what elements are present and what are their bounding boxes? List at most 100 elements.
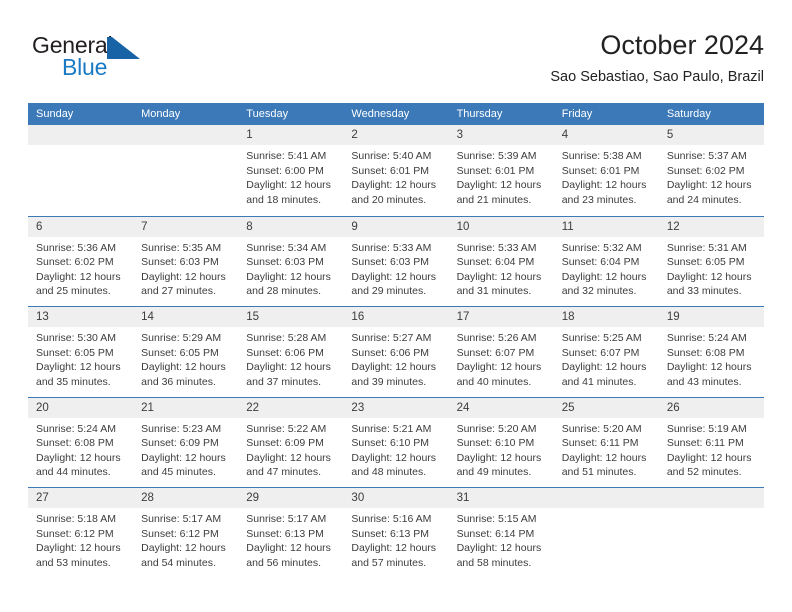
calendar-day-cell[interactable]: 21 Sunrise: 5:23 AM Sunset: 6:09 PM Dayligh… [133, 397, 239, 487]
calendar-day-cell[interactable]: 23 Sunrise: 5:21 AM Sunset: 6:10 PM Dayligh… [343, 397, 449, 487]
day-detail-line: and 33 minutes. [666, 285, 742, 298]
day-detail-line: Sunset: 6:01 PM [351, 164, 430, 177]
calendar-day-cell[interactable]: 17 Sunrise: 5:26 AM Sunset: 6:07 PM Dayligh… [448, 307, 554, 397]
calendar-day-cell[interactable]: 18 Sunrise: 5:25 AM Sunset: 6:07 PM Dayligh… [553, 307, 659, 397]
day-detail-line: Sunrise: 5:36 AM [36, 241, 116, 254]
calendar-day-cell[interactable]: 3 Sunrise: 5:39 AM Sunset: 6:01 PM Daylight… [448, 125, 554, 216]
day-detail-line: Daylight: 12 hours [456, 179, 542, 192]
day-detail-line: and 39 minutes. [351, 375, 427, 388]
calendar-day-cell[interactable]: 27 Sunrise: 5:18 AM Sunset: 6:12 PM Dayligh… [28, 488, 134, 578]
calendar-day-cell[interactable]: 11 Sunrise: 5:32 AM Sunset: 6:04 PM Dayligh… [553, 216, 659, 306]
day-detail-line: Daylight: 12 hours [561, 361, 647, 374]
day-details: Sunrise: 5:21 AM Sunset: 6:10 PM Daylight:… [343, 418, 448, 480]
day-detail-line: Daylight: 12 hours [666, 451, 752, 464]
day-detail-line: Sunset: 6:12 PM [141, 527, 219, 540]
day-detail-line: and 35 minutes. [36, 375, 111, 388]
day-detail-line: and 20 minutes. [351, 193, 427, 206]
day-details: Sunrise: 5:19 AM Sunset: 6:11 PM Daylight:… [659, 418, 764, 480]
calendar-day-cell[interactable]: 20 Sunrise: 5:24 AM Sunset: 6:08 PM Dayligh… [28, 397, 134, 487]
day-details: Sunrise: 5:39 AM Sunset: 6:01 PM Daylight:… [449, 145, 554, 207]
day-details: Sunrise: 5:22 AM Sunset: 6:09 PM Daylight:… [238, 418, 343, 480]
title-block: October 2024 Sao Sebastiao, Sao Paulo, B… [550, 28, 764, 88]
calendar-day-cell[interactable]: 25 Sunrise: 5:20 AM Sunset: 6:11 PM Dayligh… [553, 397, 659, 487]
generalblue-logo[interactable]: General Blue [32, 32, 232, 88]
day-detail-line: and 48 minutes. [351, 466, 427, 479]
day-detail-line: Sunrise: 5:39 AM [456, 150, 537, 162]
calendar-day-cell[interactable]: 14 Sunrise: 5:29 AM Sunset: 6:05 PM Dayligh… [133, 307, 239, 397]
day-detail-line: and 27 minutes. [141, 285, 216, 298]
day-detail-line: Sunset: 6:05 PM [666, 256, 745, 269]
calendar-day-cell[interactable]: 12 Sunrise: 5:31 AM Sunset: 6:05 PM Dayligh… [658, 216, 764, 306]
calendar-day-cell[interactable]: 19 Sunrise: 5:24 AM Sunset: 6:08 PM Dayligh… [658, 307, 764, 397]
calendar-day-cell[interactable]: 30 Sunrise: 5:16 AM Sunset: 6:13 PM Dayligh… [343, 488, 449, 578]
calendar-day-cell[interactable]: 2 Sunrise: 5:40 AM Sunset: 6:01 PM Daylight… [343, 125, 449, 216]
calendar-day-cell[interactable]: 13 Sunrise: 5:30 AM Sunset: 6:05 PM Dayligh… [28, 307, 134, 397]
day-detail-line: and 56 minutes. [246, 556, 321, 569]
calendar-day-cell[interactable]: 5 Sunrise: 5:37 AM Sunset: 6:02 PM Daylight… [658, 125, 764, 216]
day-details: Sunrise: 5:37 AM Sunset: 6:02 PM Daylight:… [659, 145, 764, 207]
day-detail-line: Sunrise: 5:38 AM [561, 150, 642, 162]
day-detail-line: Daylight: 12 hours [456, 451, 542, 464]
weekday-header-saturday: Saturday [666, 108, 711, 120]
day-detail-line: Sunset: 6:04 PM [456, 256, 535, 269]
weekday-header-monday: Monday [141, 108, 181, 120]
calendar-day-cell[interactable]: 16 Sunrise: 5:27 AM Sunset: 6:06 PM Dayligh… [343, 307, 449, 397]
day-number: 18 [553, 307, 659, 327]
day-detail-line: Daylight: 12 hours [561, 451, 647, 464]
day-details: Sunrise: 5:18 AM Sunset: 6:12 PM Daylight:… [28, 508, 133, 570]
day-details: Sunrise: 5:31 AM Sunset: 6:05 PM Daylight:… [659, 237, 764, 299]
calendar-day-cell[interactable]: 7 Sunrise: 5:35 AM Sunset: 6:03 PM Daylight… [133, 216, 239, 306]
calendar-week-row: 1 Sunrise: 5:41 AM Sunset: 6:00 PM Daylight… [28, 125, 764, 216]
day-detail-line: and 21 minutes. [456, 193, 532, 206]
calendar-week-row: 20 Sunrise: 5:24 AM Sunset: 6:08 PM Dayligh… [28, 396, 764, 487]
calendar-day-cell[interactable]: 22 Sunrise: 5:22 AM Sunset: 6:09 PM Dayligh… [238, 397, 344, 487]
day-details: Sunrise: 5:15 AM Sunset: 6:14 PM Daylight:… [449, 508, 554, 570]
calendar-day-cell[interactable]: 31 Sunrise: 5:15 AM Sunset: 6:14 PM Dayligh… [448, 488, 554, 578]
day-details: Sunrise: 5:26 AM Sunset: 6:07 PM Daylight:… [449, 327, 554, 389]
day-detail-line: and 58 minutes. [456, 556, 532, 569]
day-detail-line: and 44 minutes. [36, 466, 111, 479]
day-detail-line: Sunrise: 5:40 AM [351, 150, 432, 162]
day-detail-line: Daylight: 12 hours [246, 451, 331, 464]
calendar-day-cell[interactable]: 26 Sunrise: 5:19 AM Sunset: 6:11 PM Dayligh… [658, 397, 764, 487]
day-detail-line: and 40 minutes. [456, 375, 532, 388]
day-number: 11 [553, 216, 659, 237]
weekday-header-thursday: Thursday [456, 108, 503, 120]
calendar-day-cell[interactable]: 1 Sunrise: 5:41 AM Sunset: 6:00 PM Daylight… [238, 125, 344, 216]
day-detail-line: Sunrise: 5:24 AM [666, 332, 747, 344]
day-detail-line: Sunrise: 5:37 AM [666, 150, 747, 162]
day-detail-line: Daylight: 12 hours [36, 451, 121, 464]
calendar-day-cell[interactable]: 4 Sunrise: 5:38 AM Sunset: 6:01 PM Daylight… [553, 125, 659, 216]
calendar-day-cell[interactable]: 24 Sunrise: 5:20 AM Sunset: 6:10 PM Dayligh… [448, 397, 554, 487]
day-detail-line: Sunrise: 5:29 AM [141, 332, 222, 344]
day-detail-line: Sunrise: 5:30 AM [36, 332, 116, 344]
calendar-day-cell[interactable]: 10 Sunrise: 5:33 AM Sunset: 6:04 PM Dayligh… [448, 216, 554, 306]
calendar-page: General Blue October 2024 Sao Sebastiao,… [0, 0, 792, 612]
day-detail-line: and 25 minutes. [36, 285, 111, 298]
calendar-day-cell[interactable]: 28 Sunrise: 5:17 AM Sunset: 6:12 PM Dayligh… [133, 488, 239, 578]
day-detail-line: Daylight: 12 hours [141, 451, 226, 464]
day-detail-line: and 53 minutes. [36, 556, 111, 569]
calendar-day-cell[interactable]: 6 Sunrise: 5:36 AM Sunset: 6:02 PM Daylight… [28, 216, 134, 306]
calendar-day-cell[interactable]: 8 Sunrise: 5:34 AM Sunset: 6:03 PM Daylight… [238, 216, 344, 306]
day-details: Sunrise: 5:20 AM Sunset: 6:10 PM Daylight:… [449, 418, 554, 480]
day-details: Sunrise: 5:25 AM Sunset: 6:07 PM Daylight:… [554, 327, 659, 389]
day-details: Sunrise: 5:28 AM Sunset: 6:06 PM Daylight:… [238, 327, 343, 389]
day-detail-line: and 45 minutes. [141, 466, 216, 479]
day-detail-line: Sunset: 6:07 PM [561, 346, 640, 359]
day-number: 22 [238, 397, 344, 418]
day-detail-line: Daylight: 12 hours [666, 361, 752, 374]
day-detail-line: Sunset: 6:11 PM [666, 437, 744, 450]
day-details [133, 145, 238, 149]
calendar-day-cell[interactable]: 15 Sunrise: 5:28 AM Sunset: 6:06 PM Dayligh… [238, 307, 344, 397]
weekday-header-row: Sunday Monday Tuesday Wednesday Thursday Frid… [28, 103, 764, 125]
day-detail-line: Daylight: 12 hours [351, 270, 437, 283]
day-detail-line: Sunset: 6:03 PM [351, 256, 430, 269]
day-details: Sunrise: 5:20 AM Sunset: 6:11 PM Daylight:… [554, 418, 659, 480]
calendar-day-cell[interactable]: 9 Sunrise: 5:33 AM Sunset: 6:03 PM Daylight… [343, 216, 449, 306]
day-detail-line: Sunrise: 5:33 AM [351, 241, 432, 254]
day-detail-line: Sunset: 6:01 PM [456, 164, 535, 177]
day-details: Sunrise: 5:33 AM Sunset: 6:04 PM Daylight:… [449, 237, 554, 299]
calendar-day-cell[interactable]: 29 Sunrise: 5:17 AM Sunset: 6:13 PM Dayligh… [238, 488, 344, 578]
day-details: Sunrise: 5:17 AM Sunset: 6:12 PM Daylight:… [133, 508, 238, 570]
